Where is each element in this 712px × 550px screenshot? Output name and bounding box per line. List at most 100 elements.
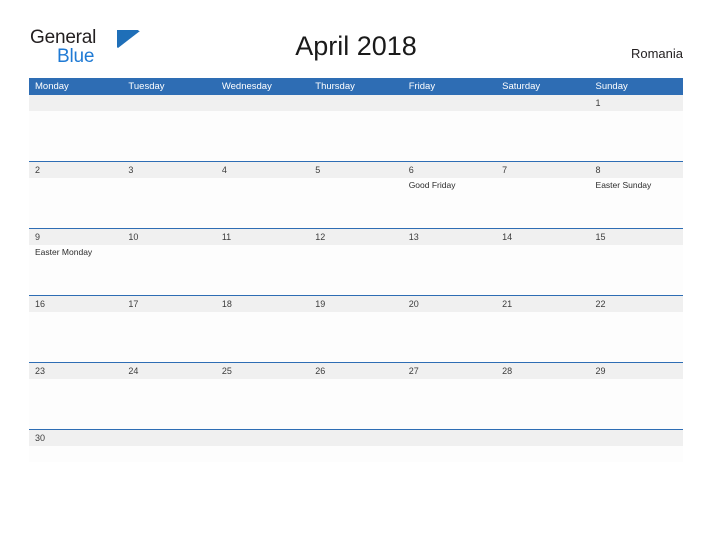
calendar-week-row: 2 3 4 5 6 7 8 Good Friday Easter Sunday — [29, 161, 683, 228]
day-cell[interactable] — [309, 245, 402, 295]
day-cell[interactable] — [590, 111, 683, 161]
day-cell[interactable] — [403, 379, 496, 429]
day-cell[interactable] — [590, 245, 683, 295]
day-cell[interactable] — [309, 379, 402, 429]
week-event-body: Good Friday Easter Sunday — [29, 178, 683, 228]
day-cell[interactable] — [29, 178, 122, 228]
day-cell[interactable] — [496, 178, 589, 228]
day-cell[interactable] — [216, 111, 309, 161]
day-cell[interactable] — [29, 312, 122, 362]
day-cell[interactable] — [403, 312, 496, 362]
day-number[interactable]: 20 — [403, 296, 496, 312]
day-number-empty — [403, 430, 496, 446]
day-cell[interactable] — [122, 178, 215, 228]
day-number-empty — [122, 430, 215, 446]
day-cell[interactable] — [403, 111, 496, 161]
day-cell[interactable]: Good Friday — [403, 178, 496, 228]
day-cell[interactable] — [590, 446, 683, 462]
day-cell[interactable] — [122, 379, 215, 429]
day-number[interactable]: 18 — [216, 296, 309, 312]
day-number[interactable]: 29 — [590, 363, 683, 379]
day-number[interactable]: 7 — [496, 162, 589, 178]
day-cell[interactable] — [216, 379, 309, 429]
day-number[interactable]: 10 — [122, 229, 215, 245]
day-cell[interactable] — [122, 245, 215, 295]
day-number[interactable]: 26 — [309, 363, 402, 379]
day-cell[interactable]: Easter Monday — [29, 245, 122, 295]
day-number-empty — [496, 430, 589, 446]
day-number[interactable]: 22 — [590, 296, 683, 312]
day-number[interactable]: 17 — [122, 296, 215, 312]
day-number-empty — [403, 95, 496, 111]
day-cell[interactable] — [216, 446, 309, 462]
week-date-band: 16 17 18 19 20 21 22 — [29, 296, 683, 312]
day-number[interactable]: 23 — [29, 363, 122, 379]
day-number[interactable]: 25 — [216, 363, 309, 379]
day-number[interactable]: 19 — [309, 296, 402, 312]
weekday-header-saturday: Saturday — [502, 81, 541, 92]
holiday-label: Easter Sunday — [595, 180, 652, 190]
day-cell[interactable] — [496, 245, 589, 295]
day-cell[interactable] — [216, 178, 309, 228]
day-cell[interactable] — [122, 312, 215, 362]
week-date-band: 2345678 — [29, 162, 683, 178]
day-number[interactable]: 3 — [122, 162, 215, 178]
country-label: Romania — [630, 46, 683, 61]
weekday-header-thursday: Thursday — [315, 81, 355, 92]
day-cell[interactable] — [216, 312, 309, 362]
day-number[interactable]: 27 — [403, 363, 496, 379]
day-number[interactable]: 12 — [309, 229, 402, 245]
day-number[interactable]: 14 — [496, 229, 589, 245]
weekday-header-sunday: Sunday — [595, 81, 628, 92]
day-number-empty — [216, 95, 309, 111]
day-cell[interactable]: Easter Sunday — [590, 178, 683, 228]
day-cell[interactable] — [309, 446, 402, 462]
day-number[interactable]: 6 — [403, 162, 496, 178]
day-number-empty — [590, 430, 683, 446]
day-cell[interactable] — [309, 312, 402, 362]
day-number[interactable]: 11 — [216, 229, 309, 245]
week-date-band: 23 24 25 26 27 28 29 — [29, 363, 683, 379]
calendar-week-row: 1 — [29, 95, 683, 161]
weekday-header-wednesday: Wednesday — [221, 81, 272, 92]
day-cell[interactable] — [496, 446, 589, 462]
day-cell[interactable] — [122, 111, 215, 161]
week-event-body — [29, 379, 683, 429]
day-cell[interactable] — [496, 312, 589, 362]
day-number[interactable]: 21 — [496, 296, 589, 312]
day-number[interactable]: 4 — [216, 162, 309, 178]
day-number-empty — [309, 95, 402, 111]
day-cell[interactable] — [216, 245, 309, 295]
day-cell[interactable] — [403, 245, 496, 295]
day-cell[interactable] — [496, 379, 589, 429]
day-number[interactable]: 9 — [29, 229, 122, 245]
page-title: April 2018 — [295, 31, 417, 61]
day-number[interactable]: 30 — [29, 430, 122, 446]
day-number[interactable]: 13 — [403, 229, 496, 245]
calendar-week-row: 9 10 11 12 13 14 15 Easter Monday — [29, 228, 683, 295]
day-cell[interactable] — [590, 312, 683, 362]
day-cell[interactable] — [29, 379, 122, 429]
calendar-week-row: 30 — [29, 429, 683, 462]
day-number[interactable]: 24 — [122, 363, 215, 379]
day-cell[interactable] — [29, 111, 122, 161]
day-number[interactable]: 5 — [309, 162, 402, 178]
day-number[interactable]: 28 — [496, 363, 589, 379]
day-cell[interactable] — [29, 446, 122, 462]
week-event-body — [29, 312, 683, 362]
day-cell[interactable] — [309, 111, 402, 161]
day-number[interactable]: 16 — [29, 296, 122, 312]
day-number[interactable]: 8 — [590, 162, 683, 178]
day-cell[interactable] — [496, 111, 589, 161]
week-date-band: 9 10 11 12 13 14 15 — [29, 229, 683, 245]
calendar-page: General Blue April 2018 Romania Monday Tu… — [0, 0, 712, 550]
day-cell[interactable] — [309, 178, 402, 228]
day-cell[interactable] — [590, 379, 683, 429]
day-number[interactable]: 1 — [590, 95, 683, 111]
day-cell[interactable] — [403, 446, 496, 462]
day-number-empty — [122, 95, 215, 111]
day-cell[interactable] — [122, 446, 215, 462]
day-number[interactable]: 2 — [29, 162, 122, 178]
day-number[interactable]: 15 — [590, 229, 683, 245]
calendar-weeks: 1 2 3 4 5 6 7 8 Good Friday Easter Sunday 9 10 11 12 1… — [29, 95, 683, 462]
